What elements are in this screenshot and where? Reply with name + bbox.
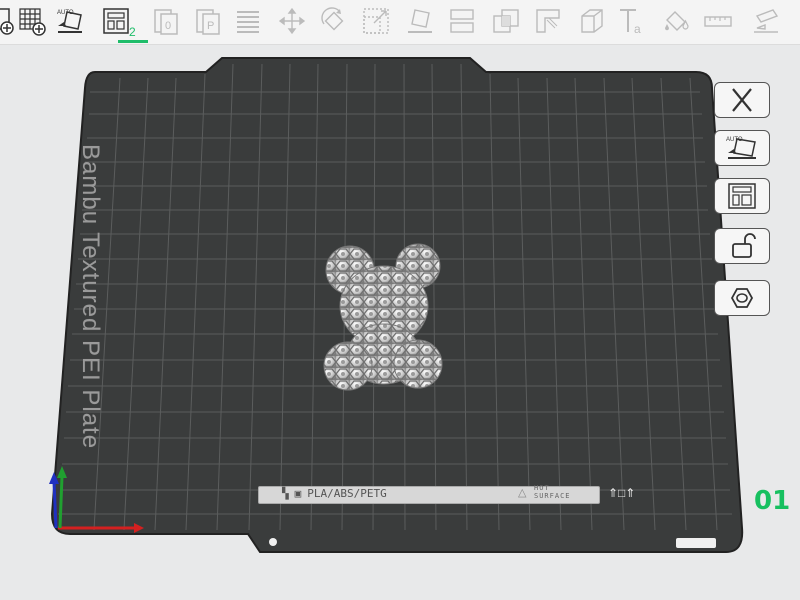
text-button[interactable]: a <box>616 5 648 37</box>
svg-text:P: P <box>207 20 214 32</box>
assembly-icon <box>754 9 779 33</box>
support-paint-icon <box>536 9 560 33</box>
hot-line-2: SURFACE <box>534 492 571 500</box>
close-icon <box>732 88 752 112</box>
boolean-button[interactable] <box>490 5 522 37</box>
layers-icon <box>237 11 259 33</box>
hot-surface-label: HOT SURFACE <box>534 484 571 500</box>
plate-info-left: ▚ ▣ PLA/ABS/PETG <box>282 487 393 500</box>
rotate-button[interactable] <box>318 5 350 37</box>
add-object-button[interactable] <box>16 5 48 37</box>
paste-icon: P <box>196 9 220 35</box>
cut-icon <box>450 9 474 33</box>
move-button[interactable] <box>276 5 308 37</box>
build-plate <box>49 57 744 553</box>
filament-type-label: PLA/ABS/PETG <box>307 487 387 500</box>
hot-warning-icon: △ <box>518 487 527 499</box>
unlock-icon <box>732 233 756 258</box>
main-toolbar: AUTO 2 0 P a <box>0 0 800 45</box>
boolean-icon <box>493 9 519 33</box>
arrange-button[interactable] <box>100 5 132 37</box>
text-icon: a <box>620 9 641 36</box>
svg-text:0: 0 <box>165 20 171 32</box>
arrange-icon <box>728 183 756 209</box>
layers-button[interactable] <box>232 5 264 37</box>
svg-text:a: a <box>634 22 641 36</box>
grid-add-icon <box>19 8 46 36</box>
color-paint-icon <box>665 11 689 31</box>
arrange-sub-label: 2 <box>129 25 136 39</box>
close-plate-button[interactable] <box>714 82 770 118</box>
support-paint-button[interactable] <box>532 5 564 37</box>
z-axis <box>52 481 58 529</box>
cut-button[interactable] <box>446 5 478 37</box>
plate-settings-button[interactable] <box>714 280 770 316</box>
color-paint-button[interactable] <box>660 5 692 37</box>
hot-line-1: HOT <box>534 484 550 492</box>
lay-on-face-icon <box>408 9 432 33</box>
copy-button[interactable]: 0 <box>150 5 182 37</box>
auto-orient-plate-button[interactable]: AUTO <box>714 130 770 166</box>
auto-orient-icon: AUTO <box>726 137 756 159</box>
scale-icon <box>363 8 389 34</box>
arrange-plate-button[interactable] <box>714 178 770 214</box>
plate-info-right-icons: ⇑□⇑ <box>608 486 636 500</box>
arrange-icon <box>103 8 129 34</box>
rotate-icon <box>321 7 344 31</box>
move-icon <box>278 7 306 35</box>
lay-on-face-button[interactable] <box>404 5 436 37</box>
scan-icon: ▣ <box>294 487 302 500</box>
paste-button[interactable]: P <box>192 5 224 37</box>
auto-orient-icon: AUTO <box>57 10 82 33</box>
arrange-active-indicator <box>118 40 148 43</box>
plate-hole <box>269 538 277 546</box>
seam-paint-button[interactable] <box>576 5 608 37</box>
measure-icon <box>704 16 732 27</box>
qr-icon: ▚ <box>282 487 289 500</box>
y-axis <box>58 475 64 529</box>
copy-icon: 0 <box>154 9 178 35</box>
seam-paint-icon <box>581 9 603 33</box>
auto-orient-button[interactable]: AUTO <box>54 5 86 37</box>
lock-plate-button[interactable] <box>714 228 770 264</box>
plate-badge <box>676 538 716 548</box>
viewport-3d[interactable]: Bambu Textured PEI Plate AUTO 01 <box>0 44 800 600</box>
plate-type-label: Bambu Textured PEI Plate <box>77 144 104 450</box>
hex-nut-icon <box>730 288 754 308</box>
add-plate-icon <box>0 8 14 35</box>
plate-index-label: 01 <box>754 486 791 516</box>
bear-model[interactable] <box>323 243 443 391</box>
assembly-button[interactable] <box>750 5 782 37</box>
scale-button[interactable] <box>360 5 392 37</box>
measure-button[interactable] <box>702 5 734 37</box>
